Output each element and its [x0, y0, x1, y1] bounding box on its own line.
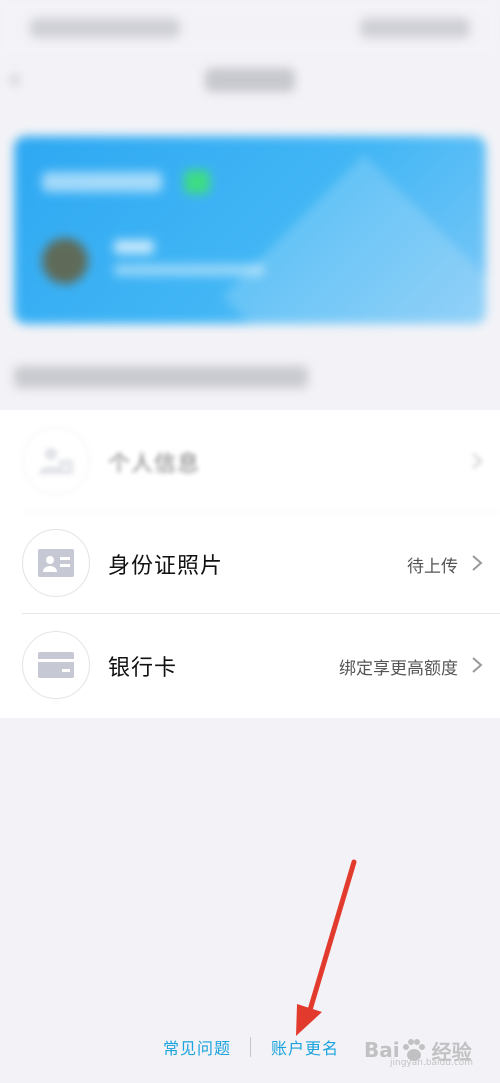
back-arrow-icon[interactable]: ‹ — [10, 66, 36, 92]
avatar — [42, 238, 88, 284]
list-item-label: 个人信息 — [108, 452, 201, 477]
page-title — [205, 68, 295, 92]
account-hero-card — [14, 136, 486, 324]
list-item-id-photo[interactable]: 身份证照片 待上传 — [0, 512, 500, 614]
list-item-personal-info[interactable]: 个人信息 — [0, 410, 500, 512]
section-hint — [14, 366, 308, 388]
nav-bar: ‹ — [0, 56, 500, 106]
person-id-icon — [22, 427, 90, 495]
list-item-label: 身份证照片 — [108, 554, 224, 579]
chevron-right-icon — [472, 657, 483, 673]
status-bar — [0, 0, 500, 56]
status-text: 绑定享更高额度 — [339, 659, 458, 679]
account-rename-link[interactable]: 账户更名 — [271, 1035, 339, 1059]
info-list: 个人信息 身份证照片 待上传 银行卡 绑定享更高额度 — [0, 410, 500, 718]
hero-title — [42, 172, 162, 192]
bank-card-icon — [22, 631, 90, 699]
chevron-right-icon — [472, 453, 483, 469]
status-bar-left — [30, 18, 180, 38]
watermark-sub: jingyan.baidu.com — [390, 1058, 474, 1068]
user-subtitle — [114, 264, 264, 276]
chevron-right-icon — [472, 555, 483, 571]
verified-badge-icon — [184, 170, 210, 194]
status-text: 待上传 — [407, 557, 458, 577]
status-bar-right — [360, 18, 470, 38]
list-item-label: 银行卡 — [108, 656, 178, 681]
list-item-bank-card[interactable]: 银行卡 绑定享更高额度 — [0, 614, 500, 716]
baidu-watermark: Bai 经验 jingyan.baidu.com — [360, 1028, 494, 1072]
hero-decoration — [222, 154, 486, 324]
id-card-icon — [22, 529, 90, 597]
footer-divider — [250, 1037, 251, 1057]
faq-link[interactable]: 常见问题 — [163, 1035, 231, 1059]
user-name — [114, 240, 154, 254]
